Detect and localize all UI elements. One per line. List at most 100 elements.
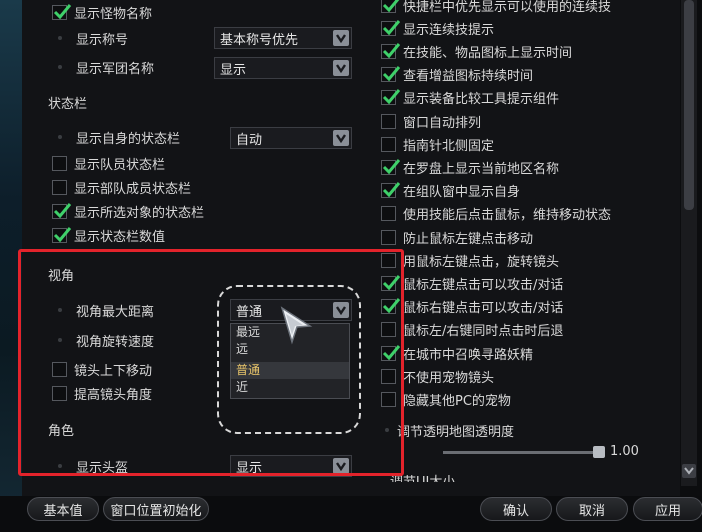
checkbox[interactable]: [381, 19, 401, 36]
self-status-dropdown[interactable]: 自动: [230, 127, 352, 149]
option-show-target-status[interactable]: 显示所选对象的状态栏: [52, 200, 204, 222]
option-label: 隐藏其他PC的宠物: [403, 393, 511, 409]
dropdown-value: 基本称号优先: [220, 32, 299, 48]
right-option-row[interactable]: 鼠标左键点击可以攻击/对话: [381, 272, 563, 294]
confirm-button[interactable]: 确认: [480, 497, 552, 521]
right-option-row[interactable]: 窗口自动排列: [381, 110, 481, 132]
checkbox[interactable]: [381, 229, 396, 245]
option-label: 在罗盘上显示当前地区名称: [403, 161, 560, 177]
right-option-row[interactable]: 显示装备比较工具提示组件: [381, 87, 559, 109]
checkbox[interactable]: [381, 158, 401, 175]
option-label: 显示称号: [76, 32, 129, 48]
option-label: 指南针北侧固定: [403, 138, 495, 154]
camera-section-highlight-frame: [18, 249, 404, 476]
checkbox[interactable]: [381, 206, 396, 222]
scrollbar-thumb[interactable]: [684, 0, 694, 210]
option-label: 调节透明地图透明度: [397, 424, 515, 440]
right-option-row[interactable]: 鼠标左/右键同时点击时后退: [381, 319, 563, 341]
option-label: 显示军团名称: [76, 61, 155, 77]
right-option-row[interactable]: 使用技能后点击鼠标，维持移动状态: [381, 203, 611, 225]
scroll-down-icon[interactable]: [682, 464, 696, 478]
option-label: 不使用宠物镜头: [403, 370, 495, 386]
chevron-down-icon[interactable]: [333, 60, 349, 76]
option-label: 显示队员状态栏: [74, 157, 166, 173]
checkmark-icon: [382, 158, 401, 175]
checkbox[interactable]: [52, 202, 72, 219]
apply-button[interactable]: 应用: [633, 497, 702, 521]
option-label: 在技能、物品图标上显示时间: [403, 45, 573, 61]
bullet-icon: [58, 36, 62, 40]
checkmark-icon: [382, 66, 401, 82]
checkbox[interactable]: [381, 182, 401, 199]
option-label: 显示所选对象的状态栏: [74, 205, 205, 221]
default-values-button[interactable]: 基本值: [27, 497, 99, 521]
option-label: 显示自身的状态栏: [76, 131, 181, 147]
right-scrollbar[interactable]: [681, 0, 697, 486]
option-label: 查看增益图标持续时间: [403, 69, 534, 85]
checkbox[interactable]: [381, 136, 396, 152]
checkmark-icon: [382, 182, 401, 198]
option-label: 在组队窗中显示自身: [403, 185, 521, 201]
option-label: 使用技能后点击鼠标，维持移动状态: [403, 208, 612, 224]
right-option-row[interactable]: 在组队窗中显示自身: [381, 180, 520, 202]
chevron-down-icon[interactable]: [333, 30, 349, 46]
checkbox[interactable]: [381, 0, 399, 13]
option-label: 显示状态栏数值: [74, 229, 166, 245]
option-label: 显示连续技提示: [403, 22, 495, 38]
right-option-row[interactable]: 查看增益图标持续时间: [381, 64, 533, 86]
option-label: 显示部队成员状态栏: [74, 181, 192, 197]
checkmark-icon: [382, 19, 401, 35]
bullet-icon: [58, 65, 62, 69]
option-show-party-status[interactable]: 显示队员状态栏: [52, 152, 165, 174]
option-label: 鼠标右键点击可以攻击/对话: [403, 301, 564, 317]
right-option-row[interactable]: 在罗盘上显示当前地区名称: [381, 156, 559, 178]
right-option-row[interactable]: 鼠标右键点击可以攻击/对话: [381, 296, 563, 318]
title-dropdown[interactable]: 基本称号优先: [214, 27, 352, 49]
map-transparency-slider[interactable]: [443, 451, 603, 454]
option-show-title: 显示称号: [52, 27, 128, 49]
option-show-self-status: 显示自身的状态栏: [52, 126, 180, 148]
right-option-row[interactable]: 指南针北侧固定: [381, 133, 494, 155]
slider-value: 1.00: [610, 444, 639, 459]
checkbox[interactable]: [381, 89, 401, 106]
checkbox[interactable]: [381, 113, 396, 129]
option-label: 鼠标左/右键同时点击时后退: [403, 324, 564, 340]
option-label: 快捷栏中优先显示可以使用的连续技: [403, 0, 612, 15]
checkbox[interactable]: [381, 42, 401, 59]
checkmark-icon: [382, 42, 401, 59]
checkbox[interactable]: [52, 179, 67, 195]
option-show-status-values[interactable]: 显示状态栏数值: [52, 224, 165, 246]
option-show-legion-name: 显示军团名称: [52, 56, 154, 78]
checkbox[interactable]: [52, 155, 67, 171]
checkmark-icon: [382, 89, 401, 105]
cancel-button[interactable]: 取消: [556, 497, 628, 521]
checkbox[interactable]: [52, 3, 72, 20]
checkmark-icon: [53, 226, 72, 242]
bullet-icon: [58, 135, 62, 139]
right-option-row[interactable]: 在技能、物品图标上显示时间: [381, 40, 572, 62]
option-label: 窗口自动排列: [403, 115, 482, 131]
option-label: 鼠标左键点击可以攻击/对话: [403, 277, 564, 293]
option-label: 防止鼠标左键点击移动: [403, 231, 534, 247]
checkmark-icon: [53, 202, 72, 218]
checkmark-icon: [53, 3, 72, 19]
option-show-force-status[interactable]: 显示部队成员状态栏: [52, 176, 191, 198]
right-option-row[interactable]: 快捷栏中优先显示可以使用的连续技: [381, 0, 611, 16]
section-title-status: 状态栏: [48, 97, 88, 112]
right-option-row[interactable]: 用鼠标左键点击，旋转镜头: [381, 249, 559, 271]
checkbox[interactable]: [52, 226, 72, 243]
mouse-cursor-icon: [280, 306, 313, 345]
right-option-row[interactable]: 显示连续技提示: [381, 17, 494, 39]
right-option-row[interactable]: 防止鼠标左键点击移动: [381, 226, 533, 248]
dropdown-value: 显示: [220, 62, 247, 78]
dropdown-value: 自动: [236, 132, 263, 148]
checkbox[interactable]: [381, 66, 401, 83]
option-label: 用鼠标左键点击，旋转镜头: [403, 254, 560, 270]
option-show-monster-name[interactable]: 显示怪物名称: [52, 1, 152, 23]
option-label: 显示怪物名称: [74, 6, 153, 22]
legion-dropdown[interactable]: 显示: [214, 57, 352, 79]
chevron-down-icon[interactable]: [333, 130, 349, 146]
reset-window-position-button[interactable]: 窗口位置初始化: [103, 497, 209, 521]
slider-handle[interactable]: [593, 446, 605, 458]
option-label: 显示装备比较工具提示组件: [403, 92, 560, 108]
